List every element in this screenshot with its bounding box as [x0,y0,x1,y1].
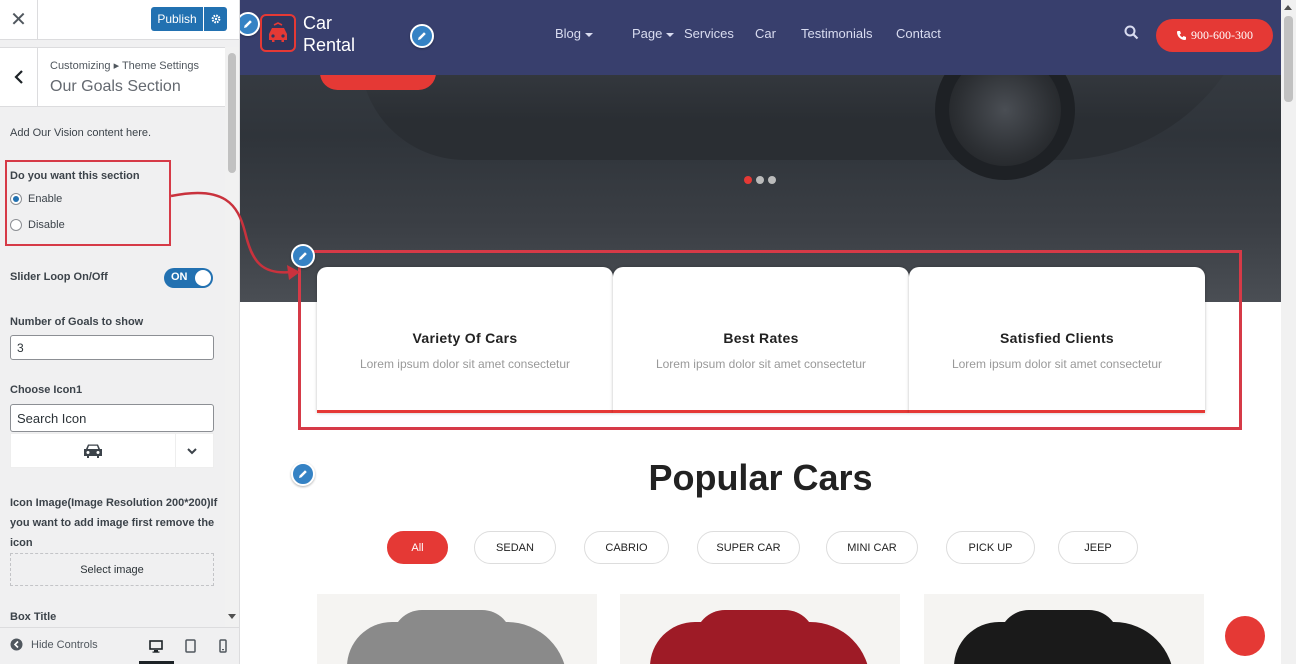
customizer-footer: Hide Controls [0,627,239,664]
site-preview: Car Rental Blog Page Services Car Testimonia… [240,0,1281,664]
goal-description: Lorem ipsum dolor sit amet consectetur [951,357,1163,371]
car-card[interactable] [924,594,1204,664]
icon-image-label: Icon Image(Image Resolution 200*200)If y… [10,497,218,549]
slider-dot[interactable] [744,176,752,184]
chevron-left-icon [13,70,23,84]
goals-count-label: Number of Goals to show [10,316,144,328]
icon-picker[interactable] [10,433,214,468]
close-customizer-button[interactable]: ✕ [0,0,38,39]
search-icon[interactable] [1124,25,1139,45]
car-image [650,622,870,664]
hide-controls-button[interactable]: Hide Controls [10,638,98,651]
radio-disable[interactable]: Disable [10,219,65,231]
site-brand[interactable]: Car Rental [303,12,355,56]
section-header: Customizing ▸ Theme Settings Our Goals S… [0,47,225,107]
filter-jeep[interactable]: JEEP [1058,531,1138,564]
nav-item-page[interactable]: Page [632,26,675,41]
nav-item-label: Page [632,26,663,41]
toggle-state-text: ON [171,271,188,283]
phone-number: 900-600-300 [1191,28,1253,42]
edit-shortcut-pencil-icon[interactable] [291,462,315,486]
radio-button[interactable] [10,219,22,231]
scroll-up-arrow-icon[interactable] [1284,5,1292,10]
customizer-sidebar: ✕ Publish Customizing ▸ Theme Settings O… [0,0,240,664]
box-title-label: Box Title [10,611,57,623]
publish-settings-gear-icon[interactable] [204,7,227,31]
brand-line-2: Rental [303,35,356,55]
chevron-down-icon[interactable] [187,444,197,458]
radio-enable[interactable]: Enable [10,193,62,205]
filter-cabrio[interactable]: CABRIO [584,531,669,564]
nav-item-contact[interactable]: Contact [896,26,941,41]
phone-button[interactable]: 900-600-300 [1156,19,1273,52]
sidebar-scrollbar-thumb[interactable] [228,53,236,173]
nav-item-services[interactable]: Services [684,26,734,41]
section-description: Add Our Vision content here. [10,127,152,139]
nav-item-label: Contact [896,26,941,41]
goal-description: Lorem ipsum dolor sit amet consectetur [655,357,867,371]
publish-button[interactable]: Publish [151,7,203,31]
filter-super-car[interactable]: SUPER CAR [697,531,800,564]
nav-item-label: Testimonials [801,26,873,41]
slider-dots [744,176,776,184]
radio-enable-label: Enable [28,193,63,205]
search-icon-input[interactable]: Search Icon [10,404,214,432]
goal-card: Satisfied Clients Lorem ipsum dolor sit a… [909,267,1205,413]
nav-item-label: Car [755,26,776,41]
nav-item-blog[interactable]: Blog [555,26,594,41]
slider-loop-label: Slider Loop On/Off [10,271,108,283]
filter-sedan[interactable]: SEDAN [474,531,556,564]
car-image [954,622,1174,664]
brand-line-1: Car [303,13,333,33]
popular-cars-heading: Popular Cars [648,457,873,498]
goal-title: Satisfied Clients [999,330,1115,346]
hide-controls-label: Hide Controls [31,638,98,651]
radio-button-checked[interactable] [10,193,22,205]
choose-icon-label: Choose Icon1 [10,384,83,396]
nav-item-testimonials[interactable]: Testimonials [801,26,873,41]
filter-all[interactable]: All [387,531,448,564]
toggle-knob [195,270,211,286]
nav-item-label: Services [684,26,734,41]
site-navbar: Car Rental Blog Page Services Car Testimonia… [240,0,1281,75]
scroll-down-arrow-icon[interactable] [228,614,236,619]
car-image [347,622,567,664]
slider-dot[interactable] [768,176,776,184]
mobile-icon[interactable] [215,638,231,654]
filter-mini-car[interactable]: MINI CAR [826,531,918,564]
goal-card: Best Rates Lorem ipsum dolor sit amet con… [613,267,909,413]
car-card[interactable] [317,594,597,664]
nav-item-car[interactable]: Car [755,26,776,41]
goals-count-input[interactable]: 3 [10,335,214,360]
filter-pick-up[interactable]: PICK UP [946,531,1035,564]
tablet-icon[interactable] [182,638,198,654]
desktop-icon[interactable] [148,638,164,654]
goal-title: Best Rates [723,330,799,346]
car-logo-icon[interactable] [260,14,296,52]
slider-dot[interactable] [756,176,764,184]
goal-description: Lorem ipsum dolor sit amet consectetur [359,357,571,371]
edit-shortcut-pencil-icon[interactable] [291,244,315,268]
car-icon [11,434,176,467]
breadcrumb: Customizing ▸ Theme Settings [50,60,199,72]
preview-scrollbar-thumb[interactable] [1284,16,1293,102]
arrow-left-circle-icon [10,638,23,651]
section-toggle-label: Do you want this section [10,170,140,182]
chat-button[interactable] [1225,616,1265,656]
goal-title: Variety Of Cars [412,330,518,346]
caret-down-icon [585,32,594,37]
nav-item-label: Blog [555,26,582,41]
goal-card: Variety Of Cars Lorem ipsum dolor sit ame… [317,267,613,413]
car-card[interactable] [620,594,900,664]
slider-loop-toggle[interactable]: ON [164,268,213,288]
phone-icon [1177,31,1186,40]
edit-shortcut-pencil-icon[interactable] [410,24,434,48]
section-title: Our Goals Section [50,78,181,95]
back-button[interactable] [0,48,38,106]
radio-disable-label: Disable [28,219,65,231]
customizer-header-bar: ✕ Publish [0,0,239,40]
caret-down-icon [666,32,675,37]
select-image-button[interactable]: Select image [10,553,214,586]
